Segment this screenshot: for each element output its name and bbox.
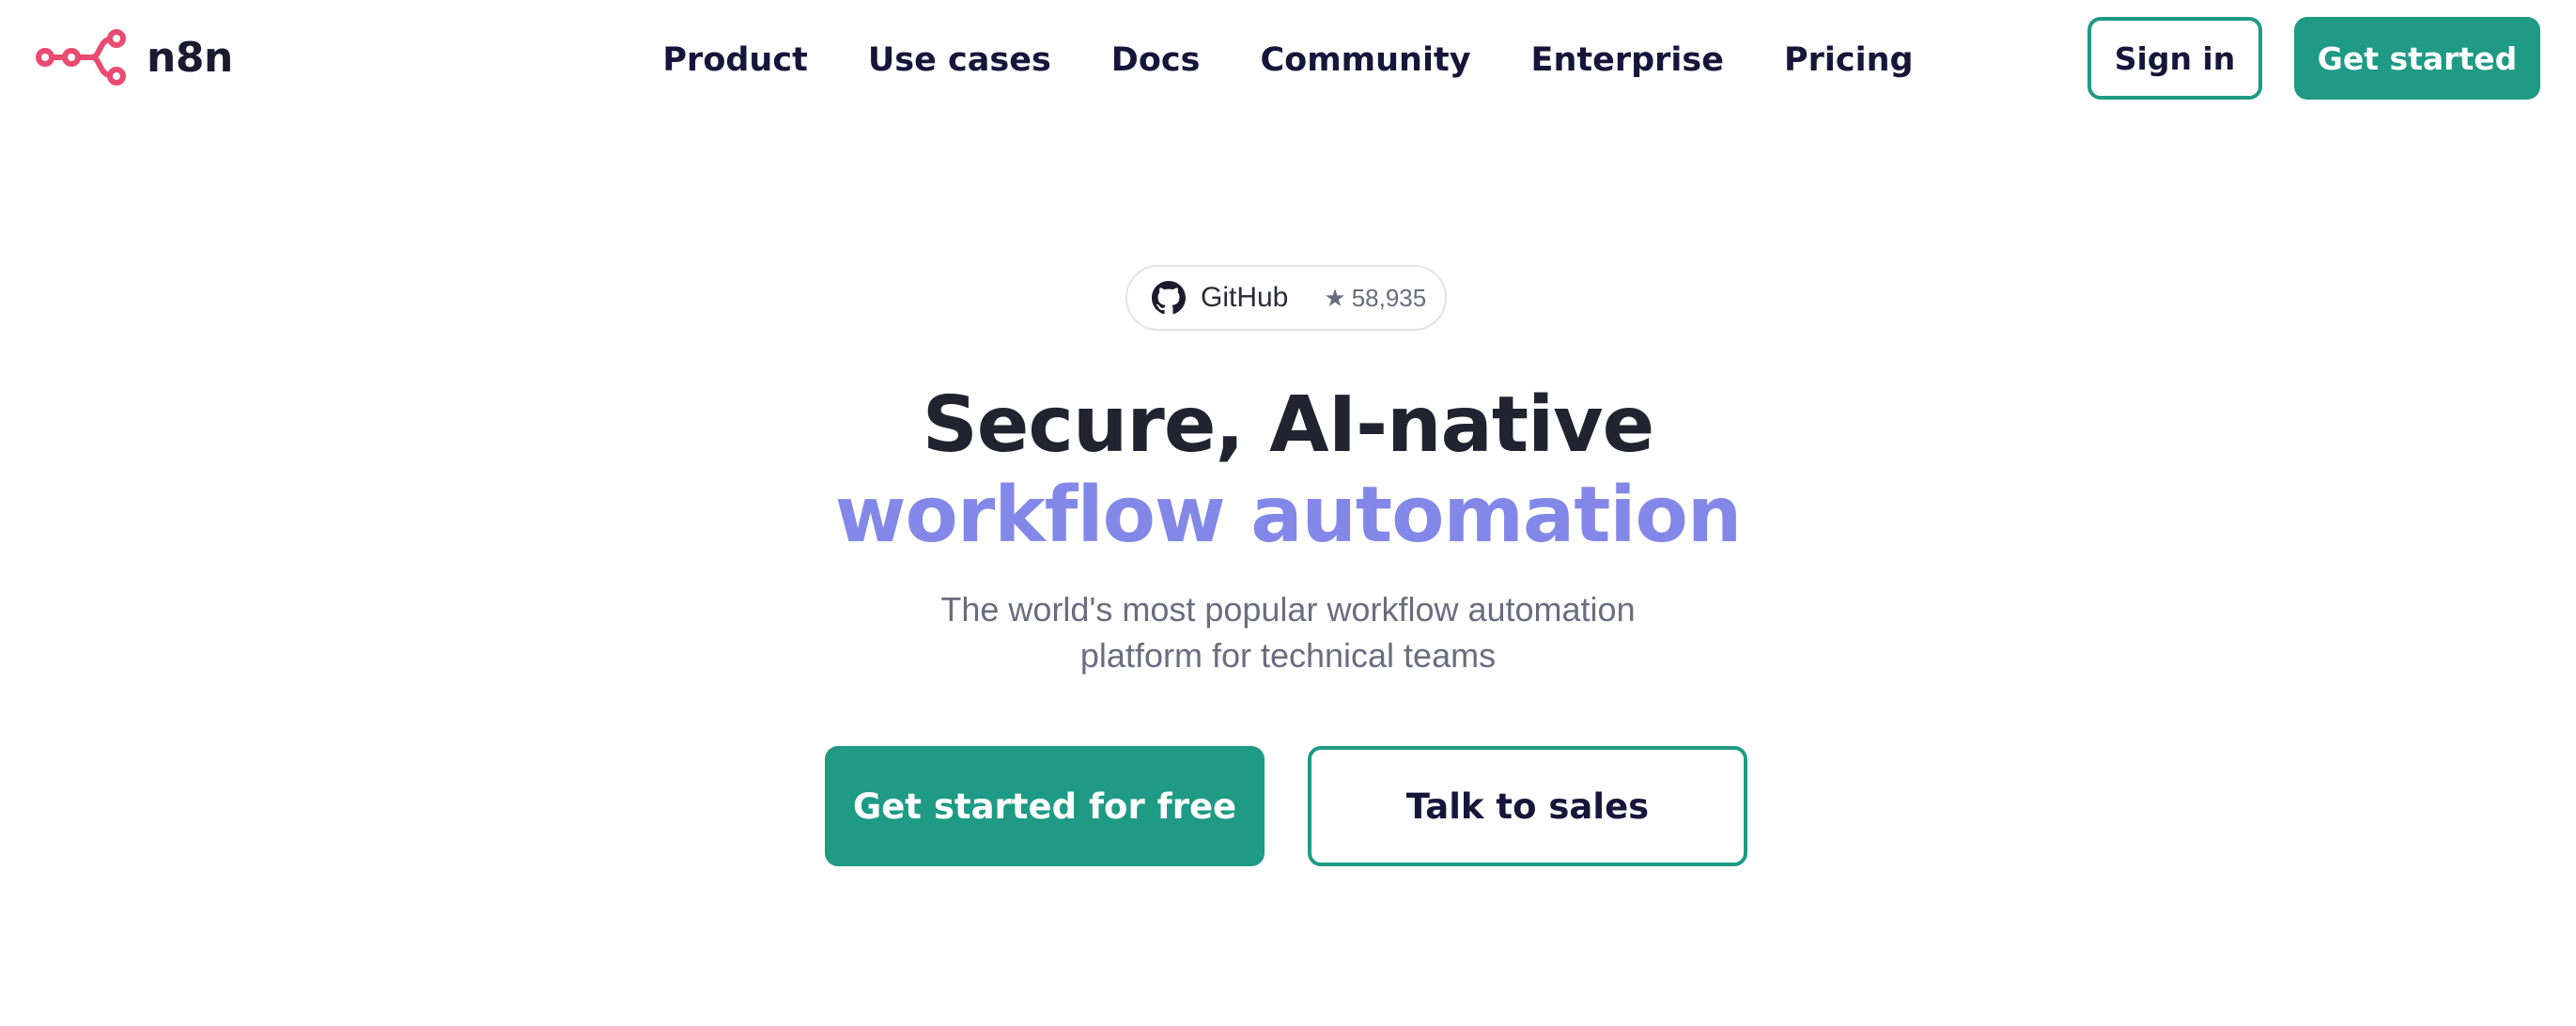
nav-item-pricing[interactable]: Pricing	[1784, 41, 1914, 79]
sign-in-button[interactable]: Sign in	[2087, 17, 2262, 100]
star-icon: ★	[1324, 284, 1346, 312]
talk-to-sales-button[interactable]: Talk to sales	[1308, 746, 1747, 866]
hero-subtitle-line2: platform for technical teams	[1079, 636, 1497, 675]
brand-name: n8n	[147, 33, 233, 82]
site-header: n8n Product Use cases Docs Community Ent…	[0, 0, 2576, 118]
nav-list: Product Use cases Docs Community Enterpr…	[662, 41, 1913, 79]
github-stars-badge[interactable]: GitHub ★ 58,935	[1125, 265, 1447, 331]
nav-item-use-cases[interactable]: Use cases	[868, 41, 1051, 79]
nav-item-community[interactable]: Community	[1260, 41, 1470, 79]
nav-item-docs[interactable]: Docs	[1111, 41, 1201, 79]
hero-title-highlight: workflow automation	[834, 471, 1743, 560]
github-label: GitHub	[1201, 282, 1289, 313]
hero-subtitle-line1: The world's most popular workflow automa…	[940, 590, 1636, 629]
n8n-logo-icon	[36, 29, 126, 86]
hero-subtitle: The world's most popular workflow automa…	[912, 586, 1664, 678]
n8n-logo[interactable]: n8n	[34, 26, 233, 88]
github-icon	[1152, 281, 1186, 315]
get-started-free-button[interactable]: Get started for free	[825, 746, 1265, 866]
get-started-button[interactable]: Get started	[2294, 17, 2540, 100]
nav-item-product[interactable]: Product	[662, 41, 807, 79]
hero-title-line1: Secure, AI-native	[922, 381, 1655, 470]
github-star-count: 58,935	[1351, 283, 1427, 312]
nav-item-enterprise[interactable]: Enterprise	[1531, 41, 1724, 79]
